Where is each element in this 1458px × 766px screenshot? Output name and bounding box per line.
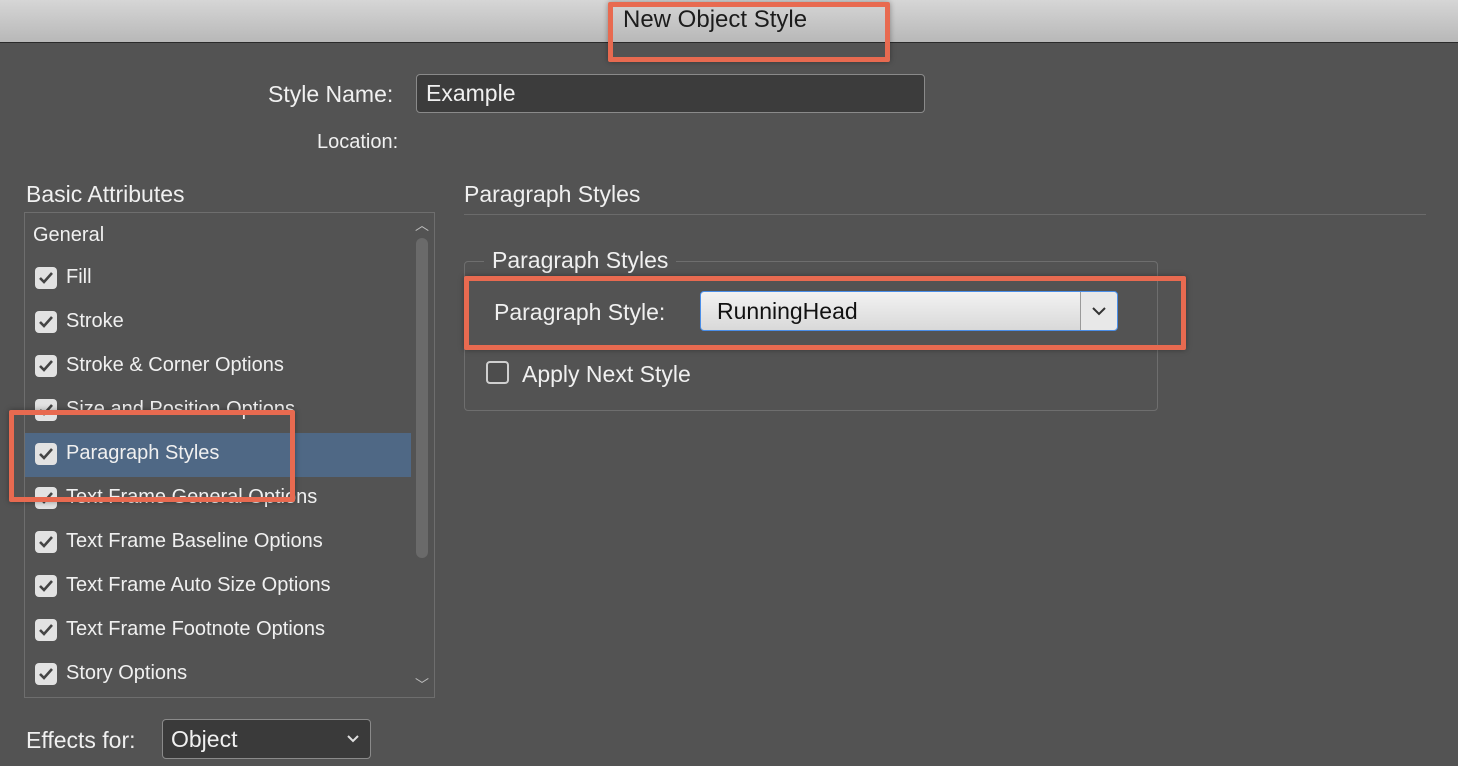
list-item-stroke[interactable]: Stroke xyxy=(25,301,411,345)
list-item-label: Story Options xyxy=(66,662,188,684)
list-item-size-and-position-options[interactable]: Size and Position Options xyxy=(25,389,411,433)
group-title: Paragraph Styles xyxy=(484,247,677,274)
list-item-label: Paragraph Styles xyxy=(66,442,220,464)
checkmark-icon xyxy=(39,316,53,328)
checkmark-icon xyxy=(39,360,53,372)
window-title: New Object Style xyxy=(623,6,808,33)
paragraph-style-dropdown[interactable]: RunningHead xyxy=(700,291,1118,331)
title-bar: New Object Style xyxy=(0,0,1458,43)
list-scrollbar[interactable]: ︿ ﹀ xyxy=(411,213,434,697)
checkmark-icon xyxy=(39,404,53,416)
list-item-label: Size and Position Options xyxy=(66,398,296,420)
list-item-stroke-corner-options[interactable]: Stroke & Corner Options xyxy=(25,345,411,389)
panel-divider xyxy=(464,214,1426,215)
list-item-text-frame-general-options[interactable]: Text Frame General Options xyxy=(25,477,411,521)
checkmark-icon xyxy=(39,624,53,636)
checkbox[interactable] xyxy=(35,311,57,333)
panel-title: Paragraph Styles xyxy=(464,181,641,207)
list-item-text-frame-baseline-options[interactable]: Text Frame Baseline Options xyxy=(25,521,411,565)
list-item-label: Stroke & Corner Options xyxy=(66,354,284,376)
effects-for-label: Effects for: xyxy=(26,727,136,753)
paragraph-style-value: RunningHead xyxy=(717,298,858,324)
paragraph-styles-group xyxy=(464,261,1158,411)
checkmark-icon xyxy=(39,448,53,460)
effects-for-value: Object xyxy=(171,726,238,752)
scroll-down-icon[interactable]: ﹀ xyxy=(415,675,429,695)
chevron-down-icon xyxy=(1092,307,1106,316)
list-item-story-options[interactable]: Story Options xyxy=(25,653,411,697)
list-item-label: Text Frame Footnote Options xyxy=(66,618,326,640)
chevron-down-icon xyxy=(347,735,359,743)
checkmark-icon xyxy=(39,536,53,548)
checkbox[interactable] xyxy=(35,355,57,377)
basic-attributes-heading: Basic Attributes xyxy=(26,181,185,207)
scroll-up-icon[interactable]: ︿ xyxy=(415,215,429,235)
checkmark-icon xyxy=(39,668,53,680)
list-item-label: Stroke xyxy=(66,310,124,332)
scroll-thumb[interactable] xyxy=(416,238,428,558)
list-item-paragraph-styles[interactable]: Paragraph Styles xyxy=(25,433,411,477)
dropdown-button[interactable] xyxy=(1080,292,1117,330)
checkbox[interactable] xyxy=(35,443,57,465)
list-item-label: Text Frame Baseline Options xyxy=(66,530,323,552)
checkmark-icon xyxy=(39,272,53,284)
location-label: Location: xyxy=(317,131,399,153)
checkbox[interactable] xyxy=(35,399,57,421)
list-item-fill[interactable]: Fill xyxy=(25,257,411,301)
checkbox[interactable] xyxy=(35,531,57,553)
general-label: General xyxy=(33,224,105,246)
apply-next-style-label[interactable]: Apply Next Style xyxy=(522,361,691,388)
checkbox[interactable] xyxy=(35,267,57,289)
checkbox[interactable] xyxy=(35,663,57,685)
list-item-text-frame-footnote-options[interactable]: Text Frame Footnote Options xyxy=(25,609,411,653)
checkbox[interactable] xyxy=(35,619,57,641)
apply-next-style-checkbox[interactable] xyxy=(486,361,509,384)
list-item-label: Text Frame General Options xyxy=(66,486,318,508)
list-item-label: Text Frame Auto Size Options xyxy=(66,574,331,596)
checkbox[interactable] xyxy=(35,487,57,509)
list-item-text-frame-auto-size-options[interactable]: Text Frame Auto Size Options xyxy=(25,565,411,609)
list-item-label: Fill xyxy=(66,266,92,288)
checkbox[interactable] xyxy=(35,575,57,597)
attributes-list[interactable]: General Fill Stroke Stroke & Corner Option… xyxy=(24,212,435,698)
paragraph-style-label: Paragraph Style: xyxy=(494,299,666,325)
checkmark-icon xyxy=(39,580,53,592)
style-name-input[interactable] xyxy=(416,74,925,113)
checkmark-icon xyxy=(39,492,53,504)
effects-for-select[interactable]: Object xyxy=(162,719,371,759)
style-name-label: Style Name: xyxy=(268,81,394,107)
list-item-general[interactable]: General xyxy=(25,213,411,257)
